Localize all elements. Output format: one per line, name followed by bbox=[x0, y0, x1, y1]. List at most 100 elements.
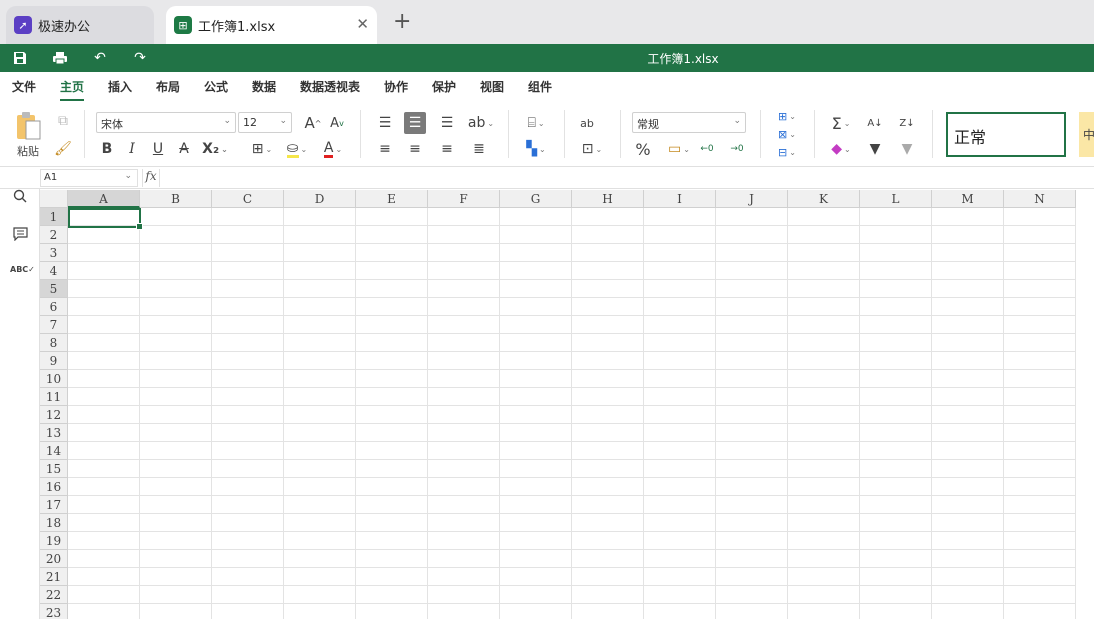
cell[interactable] bbox=[788, 478, 860, 496]
column-header[interactable]: A bbox=[68, 190, 140, 208]
close-icon[interactable]: ✕ bbox=[356, 15, 369, 33]
cell[interactable] bbox=[716, 532, 788, 550]
cell[interactable] bbox=[500, 352, 572, 370]
cell[interactable] bbox=[716, 442, 788, 460]
menu-home[interactable]: 主页 bbox=[60, 78, 85, 101]
cell[interactable] bbox=[356, 604, 428, 619]
cell[interactable] bbox=[716, 280, 788, 298]
row-header[interactable]: 6 bbox=[40, 298, 68, 316]
cell[interactable] bbox=[860, 424, 932, 442]
cell[interactable] bbox=[1004, 334, 1076, 352]
cell[interactable] bbox=[932, 208, 1004, 226]
cell[interactable] bbox=[644, 352, 716, 370]
font-name-select[interactable]: 宋体 ⌄ bbox=[96, 112, 236, 133]
cell[interactable] bbox=[500, 514, 572, 532]
cell[interactable] bbox=[212, 514, 284, 532]
cell[interactable] bbox=[284, 262, 356, 280]
column-header[interactable]: E bbox=[356, 190, 428, 208]
cell[interactable] bbox=[68, 352, 140, 370]
cell[interactable] bbox=[716, 316, 788, 334]
cell[interactable] bbox=[500, 496, 572, 514]
shrink-font-button[interactable]: Av bbox=[326, 112, 348, 134]
redo-icon[interactable]: ↷ bbox=[130, 48, 150, 68]
cell[interactable] bbox=[644, 442, 716, 460]
row-header[interactable]: 15 bbox=[40, 460, 68, 478]
cell[interactable] bbox=[284, 586, 356, 604]
cell[interactable] bbox=[140, 532, 212, 550]
cell[interactable] bbox=[932, 478, 1004, 496]
cell[interactable] bbox=[716, 244, 788, 262]
cell[interactable] bbox=[716, 388, 788, 406]
cell[interactable] bbox=[284, 550, 356, 568]
cell[interactable] bbox=[140, 226, 212, 244]
cell[interactable] bbox=[644, 424, 716, 442]
cell[interactable] bbox=[356, 568, 428, 586]
cell[interactable] bbox=[212, 568, 284, 586]
cell[interactable] bbox=[140, 370, 212, 388]
cell[interactable] bbox=[428, 460, 500, 478]
cell[interactable] bbox=[932, 370, 1004, 388]
cell[interactable] bbox=[68, 316, 140, 334]
row-header[interactable]: 18 bbox=[40, 514, 68, 532]
cell[interactable] bbox=[1004, 262, 1076, 280]
cell[interactable] bbox=[572, 586, 644, 604]
increase-decimal-icon[interactable]: ←0 bbox=[696, 138, 718, 160]
cell[interactable] bbox=[500, 442, 572, 460]
menu-protect[interactable]: 保护 bbox=[432, 78, 456, 95]
cell[interactable] bbox=[788, 604, 860, 619]
column-header[interactable]: N bbox=[1004, 190, 1076, 208]
cell[interactable] bbox=[572, 298, 644, 316]
text-orientation-icon[interactable]: ab ⌄ bbox=[466, 112, 496, 134]
cell[interactable] bbox=[860, 316, 932, 334]
row-header[interactable]: 11 bbox=[40, 388, 68, 406]
cell[interactable] bbox=[788, 226, 860, 244]
cell[interactable] bbox=[68, 388, 140, 406]
cell[interactable] bbox=[644, 460, 716, 478]
cell[interactable] bbox=[860, 604, 932, 619]
cell[interactable] bbox=[140, 280, 212, 298]
menu-pivot-table[interactable]: 数据透视表 bbox=[300, 78, 360, 95]
cell[interactable] bbox=[1004, 424, 1076, 442]
cell[interactable] bbox=[500, 208, 572, 226]
row-header[interactable]: 9 bbox=[40, 352, 68, 370]
cell[interactable] bbox=[140, 388, 212, 406]
column-header[interactable]: G bbox=[500, 190, 572, 208]
row-header[interactable]: 7 bbox=[40, 316, 68, 334]
cell[interactable] bbox=[284, 514, 356, 532]
cell[interactable] bbox=[212, 478, 284, 496]
cell[interactable] bbox=[140, 352, 212, 370]
row-header[interactable]: 5 bbox=[40, 280, 68, 298]
cell[interactable] bbox=[284, 568, 356, 586]
cell[interactable] bbox=[644, 226, 716, 244]
cell[interactable] bbox=[932, 496, 1004, 514]
cell[interactable] bbox=[1004, 478, 1076, 496]
menu-layout[interactable]: 布局 bbox=[156, 78, 180, 95]
cell[interactable] bbox=[212, 244, 284, 262]
cell[interactable] bbox=[860, 442, 932, 460]
cell[interactable] bbox=[932, 316, 1004, 334]
cell[interactable] bbox=[716, 226, 788, 244]
cell[interactable] bbox=[212, 406, 284, 424]
cell[interactable] bbox=[428, 514, 500, 532]
formula-input[interactable] bbox=[162, 169, 1082, 187]
wrap-text-icon[interactable]: ⌸ ⌄ bbox=[520, 112, 552, 134]
cell[interactable] bbox=[68, 280, 140, 298]
cell[interactable] bbox=[68, 460, 140, 478]
name-box[interactable]: A1 ⌄ bbox=[40, 169, 138, 187]
cell[interactable] bbox=[500, 370, 572, 388]
cell[interactable] bbox=[356, 334, 428, 352]
align-middle-icon[interactable]: ☰ bbox=[404, 112, 426, 134]
cell[interactable] bbox=[284, 532, 356, 550]
cell[interactable] bbox=[356, 514, 428, 532]
cell[interactable] bbox=[356, 532, 428, 550]
italic-button[interactable]: I bbox=[121, 138, 143, 160]
cell[interactable] bbox=[212, 442, 284, 460]
cell[interactable] bbox=[932, 280, 1004, 298]
cell[interactable] bbox=[572, 208, 644, 226]
row-header[interactable]: 4 bbox=[40, 262, 68, 280]
cell[interactable] bbox=[1004, 280, 1076, 298]
filter-icon[interactable]: ▼ bbox=[864, 138, 886, 160]
cell[interactable] bbox=[500, 478, 572, 496]
cell[interactable] bbox=[716, 298, 788, 316]
cell[interactable] bbox=[356, 370, 428, 388]
